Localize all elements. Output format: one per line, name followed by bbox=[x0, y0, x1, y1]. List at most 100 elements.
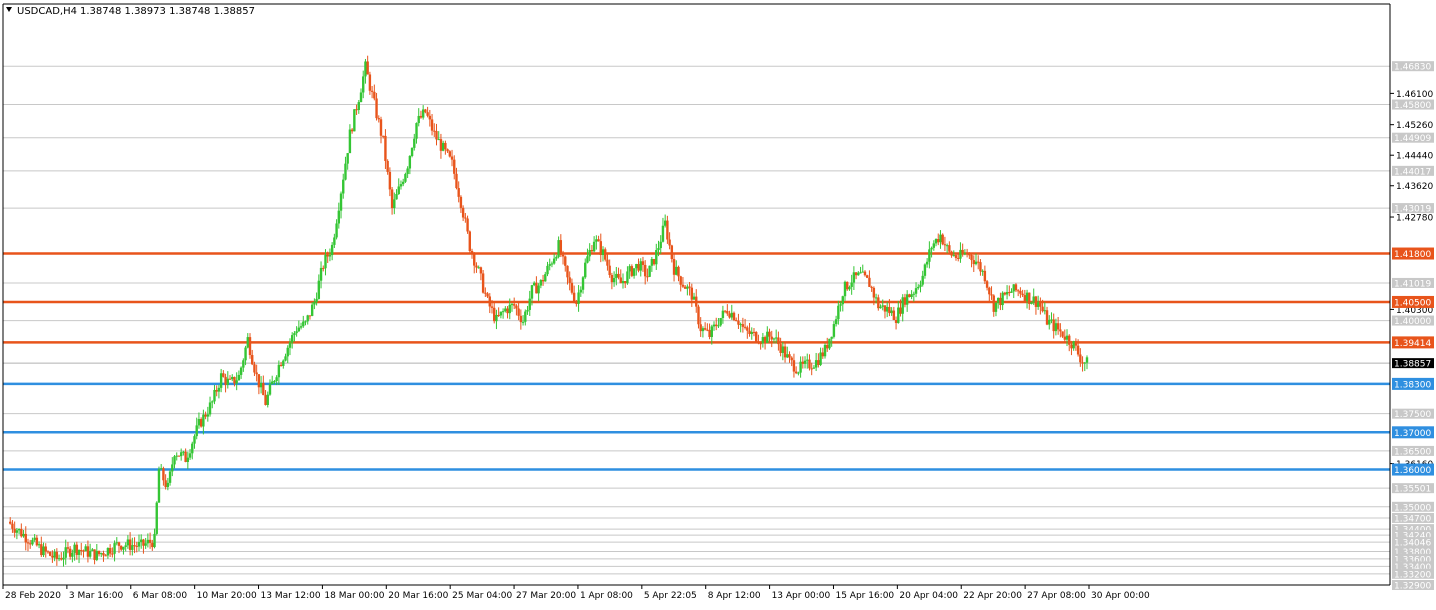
candle-body bbox=[564, 256, 567, 266]
candle-body bbox=[659, 241, 662, 249]
candle-body bbox=[846, 281, 849, 290]
candle-body bbox=[215, 389, 218, 392]
x-tick-label: 20 Apr 04:00 bbox=[899, 591, 958, 601]
candle-body bbox=[208, 402, 212, 415]
candle-body bbox=[663, 220, 667, 226]
candle-body bbox=[848, 286, 851, 290]
candle-body bbox=[683, 286, 687, 289]
candle-body bbox=[794, 371, 798, 374]
candle-body bbox=[515, 305, 518, 309]
candle-body bbox=[368, 74, 372, 91]
candle-body bbox=[193, 436, 196, 444]
candle-body bbox=[894, 320, 898, 323]
candle-body bbox=[428, 115, 432, 120]
candle-body bbox=[497, 314, 500, 316]
candle-body bbox=[248, 337, 252, 356]
candle-body bbox=[917, 286, 920, 289]
candle-body bbox=[486, 293, 489, 297]
candle-body bbox=[885, 306, 889, 312]
candle-body bbox=[506, 308, 509, 314]
candle-body bbox=[939, 234, 942, 243]
candle-body bbox=[695, 296, 698, 307]
candle-body bbox=[226, 378, 229, 385]
y-tick-label: 1.43620 bbox=[1396, 182, 1433, 192]
candle-body bbox=[86, 546, 90, 557]
candle-body bbox=[977, 261, 980, 263]
candle-body bbox=[712, 324, 716, 327]
candle-body bbox=[306, 315, 309, 322]
candle-body bbox=[495, 314, 498, 322]
candle-body bbox=[108, 548, 112, 554]
candle-body bbox=[768, 331, 771, 337]
x-tick-label: 28 Feb 2020 bbox=[5, 591, 61, 601]
candle-body bbox=[377, 118, 380, 120]
candle-body bbox=[488, 296, 491, 307]
candle-body bbox=[290, 335, 294, 343]
candle-body bbox=[128, 539, 132, 550]
resistance-price-label: 1.40500 bbox=[1394, 298, 1431, 308]
candle-body bbox=[288, 342, 292, 348]
candle-body bbox=[859, 272, 862, 274]
candle-body bbox=[970, 255, 973, 261]
candle-body bbox=[401, 181, 405, 185]
candle-body bbox=[1052, 319, 1055, 332]
candle-body bbox=[315, 298, 318, 302]
candle-body bbox=[879, 306, 882, 309]
candle-body bbox=[1083, 362, 1086, 364]
candle-body bbox=[328, 255, 332, 257]
candle-body bbox=[33, 537, 36, 540]
candle-body bbox=[477, 267, 480, 269]
chart-area[interactable]: 1.46830 1.45800 1.44909 1.44017 1.43019 1.410… bbox=[0, 0, 1436, 606]
candle-body bbox=[786, 354, 789, 358]
candle-body bbox=[839, 304, 842, 306]
candle-body bbox=[539, 279, 543, 286]
candle-body bbox=[1023, 295, 1027, 301]
candle-body bbox=[1063, 336, 1066, 340]
candle-body bbox=[837, 305, 840, 320]
candle-body bbox=[819, 352, 822, 365]
candle-body bbox=[22, 533, 25, 537]
candle-body bbox=[570, 282, 574, 293]
candle-body bbox=[890, 310, 893, 314]
candle-body bbox=[1085, 357, 1089, 363]
candle-body bbox=[719, 318, 722, 326]
candle-body bbox=[1076, 345, 1080, 355]
candle-body bbox=[581, 277, 585, 290]
candle-body bbox=[461, 207, 465, 218]
candle-body bbox=[473, 253, 476, 266]
x-tick-label: 3 Mar 16:00 bbox=[69, 591, 124, 601]
candle-body bbox=[934, 239, 938, 244]
x-tick-label: 27 Apr 08:00 bbox=[1027, 591, 1086, 601]
candle-body bbox=[106, 548, 110, 556]
x-tick-label: 30 Apr 00:00 bbox=[1091, 591, 1150, 601]
candle-body bbox=[930, 247, 933, 250]
candle-body bbox=[544, 274, 547, 282]
candle-body bbox=[737, 320, 740, 325]
candle-body bbox=[974, 261, 978, 265]
candle-body bbox=[590, 249, 594, 252]
candle-body bbox=[579, 289, 583, 293]
candle-body bbox=[952, 255, 955, 257]
candle-body bbox=[17, 528, 21, 531]
candle-body bbox=[453, 159, 456, 174]
candle-body bbox=[1032, 296, 1035, 303]
candle-body bbox=[353, 109, 356, 132]
price-chart[interactable]: 1.468301.458001.449091.440171.430191.410… bbox=[0, 0, 1436, 606]
candle-body bbox=[133, 545, 136, 547]
candle-body bbox=[945, 245, 949, 247]
candle-body bbox=[510, 304, 514, 306]
candle-body bbox=[908, 294, 911, 298]
candle-body bbox=[93, 549, 96, 560]
candle-body bbox=[670, 245, 674, 260]
candle-body bbox=[586, 256, 589, 263]
candle-body bbox=[961, 249, 964, 255]
x-tick-label: 15 Apr 16:00 bbox=[835, 591, 894, 601]
x-tick-label: 5 Apr 22:05 bbox=[644, 591, 697, 601]
candle-body bbox=[681, 284, 685, 287]
candle-body bbox=[897, 307, 900, 323]
candle-body bbox=[82, 550, 85, 552]
candle-body bbox=[475, 265, 478, 268]
candle-body bbox=[521, 321, 525, 323]
candle-body bbox=[346, 153, 349, 164]
candle-body bbox=[870, 286, 873, 288]
